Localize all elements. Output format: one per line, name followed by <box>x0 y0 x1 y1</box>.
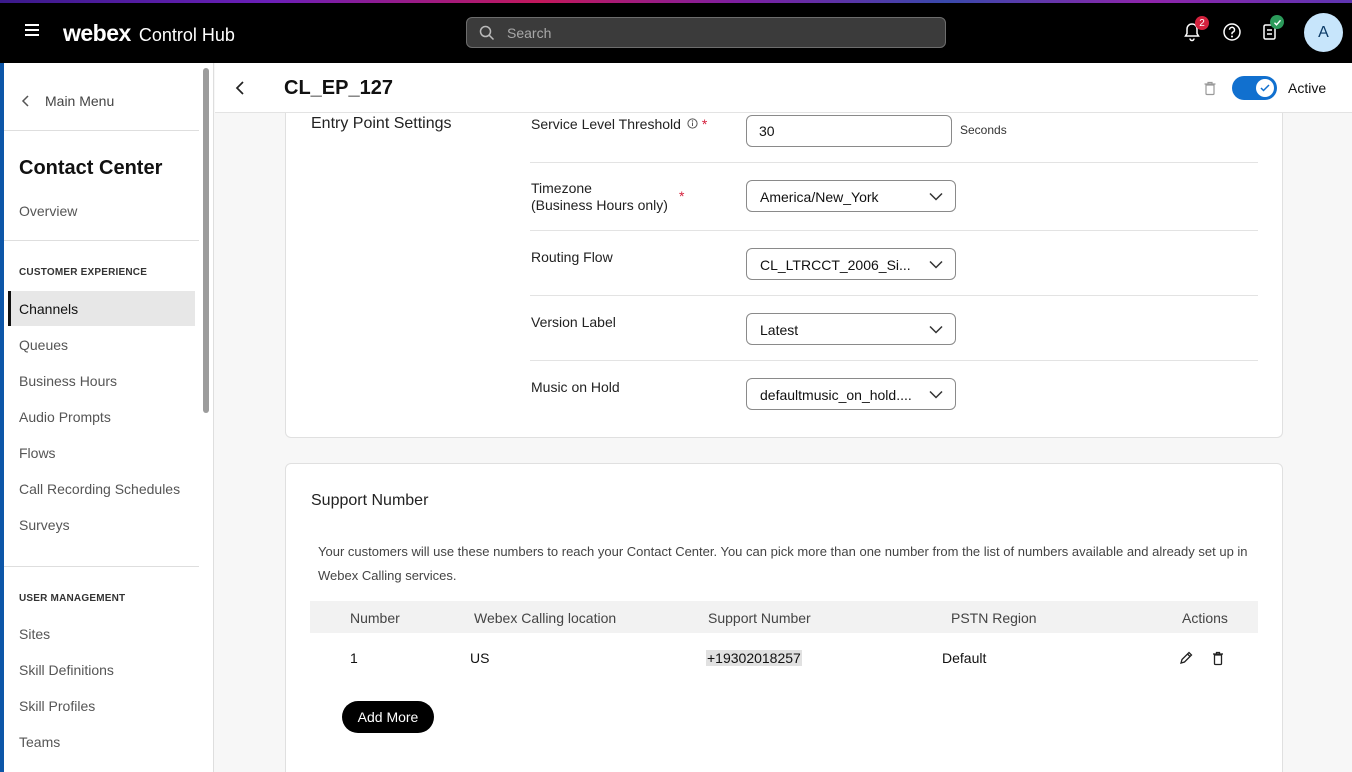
sidebar-item-channels[interactable]: Channels <box>8 291 195 326</box>
table-header: Number Webex Calling location Support Nu… <box>310 601 1258 633</box>
timezone-select[interactable]: America/New_York <box>746 180 956 212</box>
sidebar-item-audio-prompts[interactable]: Audio Prompts <box>19 409 111 425</box>
cell-number: 1 <box>350 650 358 666</box>
support-number-card: Support Number Your customers will use t… <box>285 463 1283 772</box>
version-label-value: Latest <box>760 322 799 338</box>
sidebar-item-teams[interactable]: Teams <box>19 734 60 750</box>
section-user-management: USER MANAGEMENT <box>19 593 126 604</box>
seconds-unit: Seconds <box>960 123 1007 137</box>
search-input[interactable] <box>507 24 907 41</box>
version-label-select[interactable]: Latest <box>746 313 956 345</box>
chevron-down-icon <box>929 260 943 269</box>
timezone-label-line2: (Business Hours only) <box>531 197 668 214</box>
active-toggle[interactable] <box>1232 76 1277 100</box>
sidebar-item-business-hours[interactable]: Business Hours <box>19 373 117 389</box>
main-menu-label: Main Menu <box>45 93 115 109</box>
column-header-number[interactable]: Number <box>350 610 400 626</box>
sidebar-item-overview[interactable]: Overview <box>19 203 77 219</box>
service-level-input[interactable] <box>746 115 952 147</box>
support-number-value: +19302018257 <box>706 650 802 666</box>
section-customer-experience: CUSTOMER EXPERIENCE <box>19 267 148 278</box>
sidebar-item-queues[interactable]: Queues <box>19 337 68 353</box>
page-header: CL_EP_127 Active <box>215 63 1352 113</box>
version-label-label: Version Label <box>531 314 616 330</box>
sidebar-item-skill-definitions[interactable]: Skill Definitions <box>19 662 114 678</box>
timezone-label: Timezone (Business Hours only) <box>531 180 668 214</box>
service-level-label: Service Level Threshold * <box>531 116 707 133</box>
row-divider <box>530 360 1258 361</box>
brand-stripe <box>0 0 1352 3</box>
divider <box>4 566 199 567</box>
required-marker: * <box>679 188 685 204</box>
row-divider <box>530 162 1258 163</box>
status-label: Active <box>1288 80 1327 96</box>
chevron-left-icon <box>21 95 29 107</box>
sidebar-item-sites[interactable]: Sites <box>19 626 50 642</box>
toggle-knob <box>1256 79 1274 97</box>
check-icon <box>1260 84 1270 92</box>
routing-flow-value: CL_LTRCCT_2006_Si... <box>760 257 911 273</box>
timezone-label-line2-text: (Business Hours only) <box>531 197 668 213</box>
sidebar-item-call-recording-schedules[interactable]: Call Recording Schedules <box>19 481 180 497</box>
routing-flow-label: Routing Flow <box>531 249 613 265</box>
info-icon[interactable] <box>687 118 698 129</box>
search-box[interactable] <box>466 17 946 48</box>
notification-badge: 2 <box>1195 16 1209 30</box>
avatar[interactable]: A <box>1304 13 1343 52</box>
routing-flow-select[interactable]: CL_LTRCCT_2006_Si... <box>746 248 956 280</box>
main-menu-link[interactable]: Main Menu <box>21 93 114 109</box>
product-name: Control Hub <box>138 25 235 45</box>
sidebar-item-skill-profiles[interactable]: Skill Profiles <box>19 698 95 714</box>
cell-pstn-region: Default <box>942 650 987 666</box>
section-title: Entry Point Settings <box>311 115 452 132</box>
add-more-button[interactable]: Add More <box>342 701 434 733</box>
column-header-location[interactable]: Webex Calling location <box>474 610 616 626</box>
cell-support-number: +19302018257 <box>706 650 802 666</box>
delete-entry-point-icon[interactable] <box>1203 80 1217 96</box>
music-on-hold-value: defaultmusic_on_hold.... <box>760 387 912 403</box>
cell-location: US <box>470 650 490 666</box>
timezone-label-line1: Timezone <box>531 180 592 196</box>
check-badge-icon <box>1270 15 1284 29</box>
top-bar: webex Control Hub 2 A <box>0 0 1352 63</box>
delete-icon[interactable] <box>1210 650 1226 666</box>
divider <box>4 130 199 131</box>
entry-point-settings-card: Entry Point Settings Service Level Thres… <box>285 100 1283 438</box>
edit-icon[interactable] <box>1178 650 1194 666</box>
required-marker: * <box>701 116 708 132</box>
row-divider <box>530 230 1258 231</box>
divider <box>4 240 199 241</box>
back-arrow-icon[interactable] <box>235 80 245 96</box>
support-number-description: Your customers will use these numbers to… <box>318 544 1248 583</box>
sidebar: Main Menu Contact Center Overview CUSTOM… <box>4 63 214 772</box>
sidebar-scrollbar[interactable] <box>203 68 209 413</box>
chevron-down-icon <box>929 192 943 201</box>
timezone-value: America/New_York <box>760 189 879 205</box>
chevron-down-icon <box>929 325 943 334</box>
column-header-actions: Actions <box>1182 610 1228 626</box>
hamburger-menu-icon[interactable] <box>25 24 39 38</box>
column-header-support-number[interactable]: Support Number <box>708 610 811 626</box>
row-divider <box>530 295 1258 296</box>
sidebar-title: Contact Center <box>19 157 163 179</box>
service-level-text: Service Level Threshold <box>531 116 681 132</box>
help-icon[interactable] <box>1222 22 1242 42</box>
chevron-down-icon <box>929 390 943 399</box>
sidebar-item-label: Channels <box>19 301 79 317</box>
brand-logo[interactable]: webex Control Hub <box>63 20 235 47</box>
sidebar-item-surveys[interactable]: Surveys <box>19 517 70 533</box>
brand-name: webex <box>63 20 131 46</box>
music-on-hold-label: Music on Hold <box>531 379 620 395</box>
section-title: Support Number <box>311 492 429 509</box>
page-title: CL_EP_127 <box>284 77 393 99</box>
sidebar-item-flows[interactable]: Flows <box>19 445 56 461</box>
column-header-pstn-region[interactable]: PSTN Region <box>951 610 1037 626</box>
music-on-hold-select[interactable]: defaultmusic_on_hold.... <box>746 378 956 410</box>
search-icon <box>479 25 495 40</box>
